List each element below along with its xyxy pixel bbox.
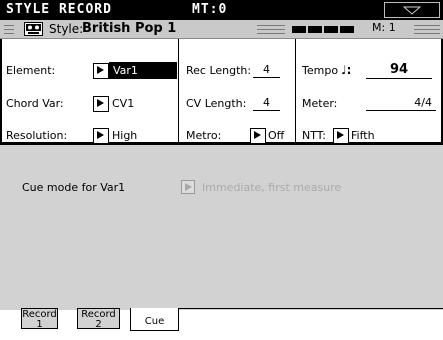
cassette-icon bbox=[24, 22, 43, 36]
tab-label: 1 bbox=[36, 319, 43, 330]
tab-cue[interactable]: Cue bbox=[130, 308, 179, 331]
meter-value[interactable]: 4/4 bbox=[366, 96, 436, 111]
page-menu-button[interactable] bbox=[384, 2, 440, 18]
page-title: STYLE RECORD bbox=[6, 2, 112, 17]
tab-record-2[interactable]: Record 2 bbox=[77, 308, 120, 330]
style-name[interactable]: British Pop 1 bbox=[82, 21, 176, 36]
chord-var-label: Chord Var: bbox=[6, 97, 64, 110]
chord-var-arrow-button[interactable] bbox=[93, 96, 109, 112]
measure-counter: M: 1 bbox=[372, 21, 396, 34]
ntt-value[interactable]: Fifth bbox=[351, 129, 375, 142]
triangle-down-icon bbox=[403, 6, 421, 15]
column-divider bbox=[295, 39, 296, 142]
tab-record-1[interactable]: Record 1 bbox=[21, 308, 58, 330]
multitrack-indicator: MT:0 bbox=[192, 2, 228, 17]
beat-indicator bbox=[292, 26, 354, 33]
element-label: Element: bbox=[6, 64, 56, 77]
resolution-label: Resolution: bbox=[6, 129, 68, 142]
cv-length-label: CV Length: bbox=[186, 97, 247, 110]
meter-label: Meter: bbox=[302, 97, 338, 110]
grip-icon bbox=[4, 25, 14, 34]
grip-icon bbox=[257, 25, 285, 34]
metro-label: Metro: bbox=[186, 129, 222, 142]
element-arrow-button[interactable] bbox=[93, 63, 109, 79]
ntt-label: NTT: bbox=[302, 129, 326, 142]
column-divider bbox=[178, 39, 179, 142]
resolution-value[interactable]: High bbox=[112, 129, 137, 142]
tempo-value[interactable]: 94 bbox=[366, 62, 432, 79]
rec-length-value[interactable]: 4 bbox=[253, 63, 280, 78]
quarter-note-icon: ♩: bbox=[341, 63, 352, 77]
tab-label: 2 bbox=[95, 319, 102, 330]
ntt-arrow-button[interactable] bbox=[333, 128, 349, 144]
tab-strip bbox=[0, 310, 443, 340]
resolution-arrow-button[interactable] bbox=[93, 128, 109, 144]
grip-icon bbox=[414, 25, 440, 34]
cue-mode-label: Cue mode for Var1 bbox=[22, 181, 126, 194]
style-label: Style: bbox=[49, 22, 84, 36]
chord-var-value[interactable]: CV1 bbox=[112, 97, 134, 110]
rec-length-label: Rec Length: bbox=[186, 64, 252, 77]
cv-length-value[interactable]: 4 bbox=[253, 96, 280, 111]
cue-mode-arrow-button bbox=[181, 180, 195, 194]
tab-baseline bbox=[178, 308, 443, 309]
tab-label: Cue bbox=[144, 316, 165, 327]
element-value[interactable]: Var1 bbox=[109, 62, 177, 79]
metro-value[interactable]: Off bbox=[268, 129, 284, 142]
metro-arrow-button[interactable] bbox=[250, 128, 266, 144]
cue-mode-value: Immediate, first measure bbox=[202, 181, 342, 194]
cue-panel bbox=[0, 145, 443, 310]
tempo-label: Tempo bbox=[302, 64, 339, 77]
